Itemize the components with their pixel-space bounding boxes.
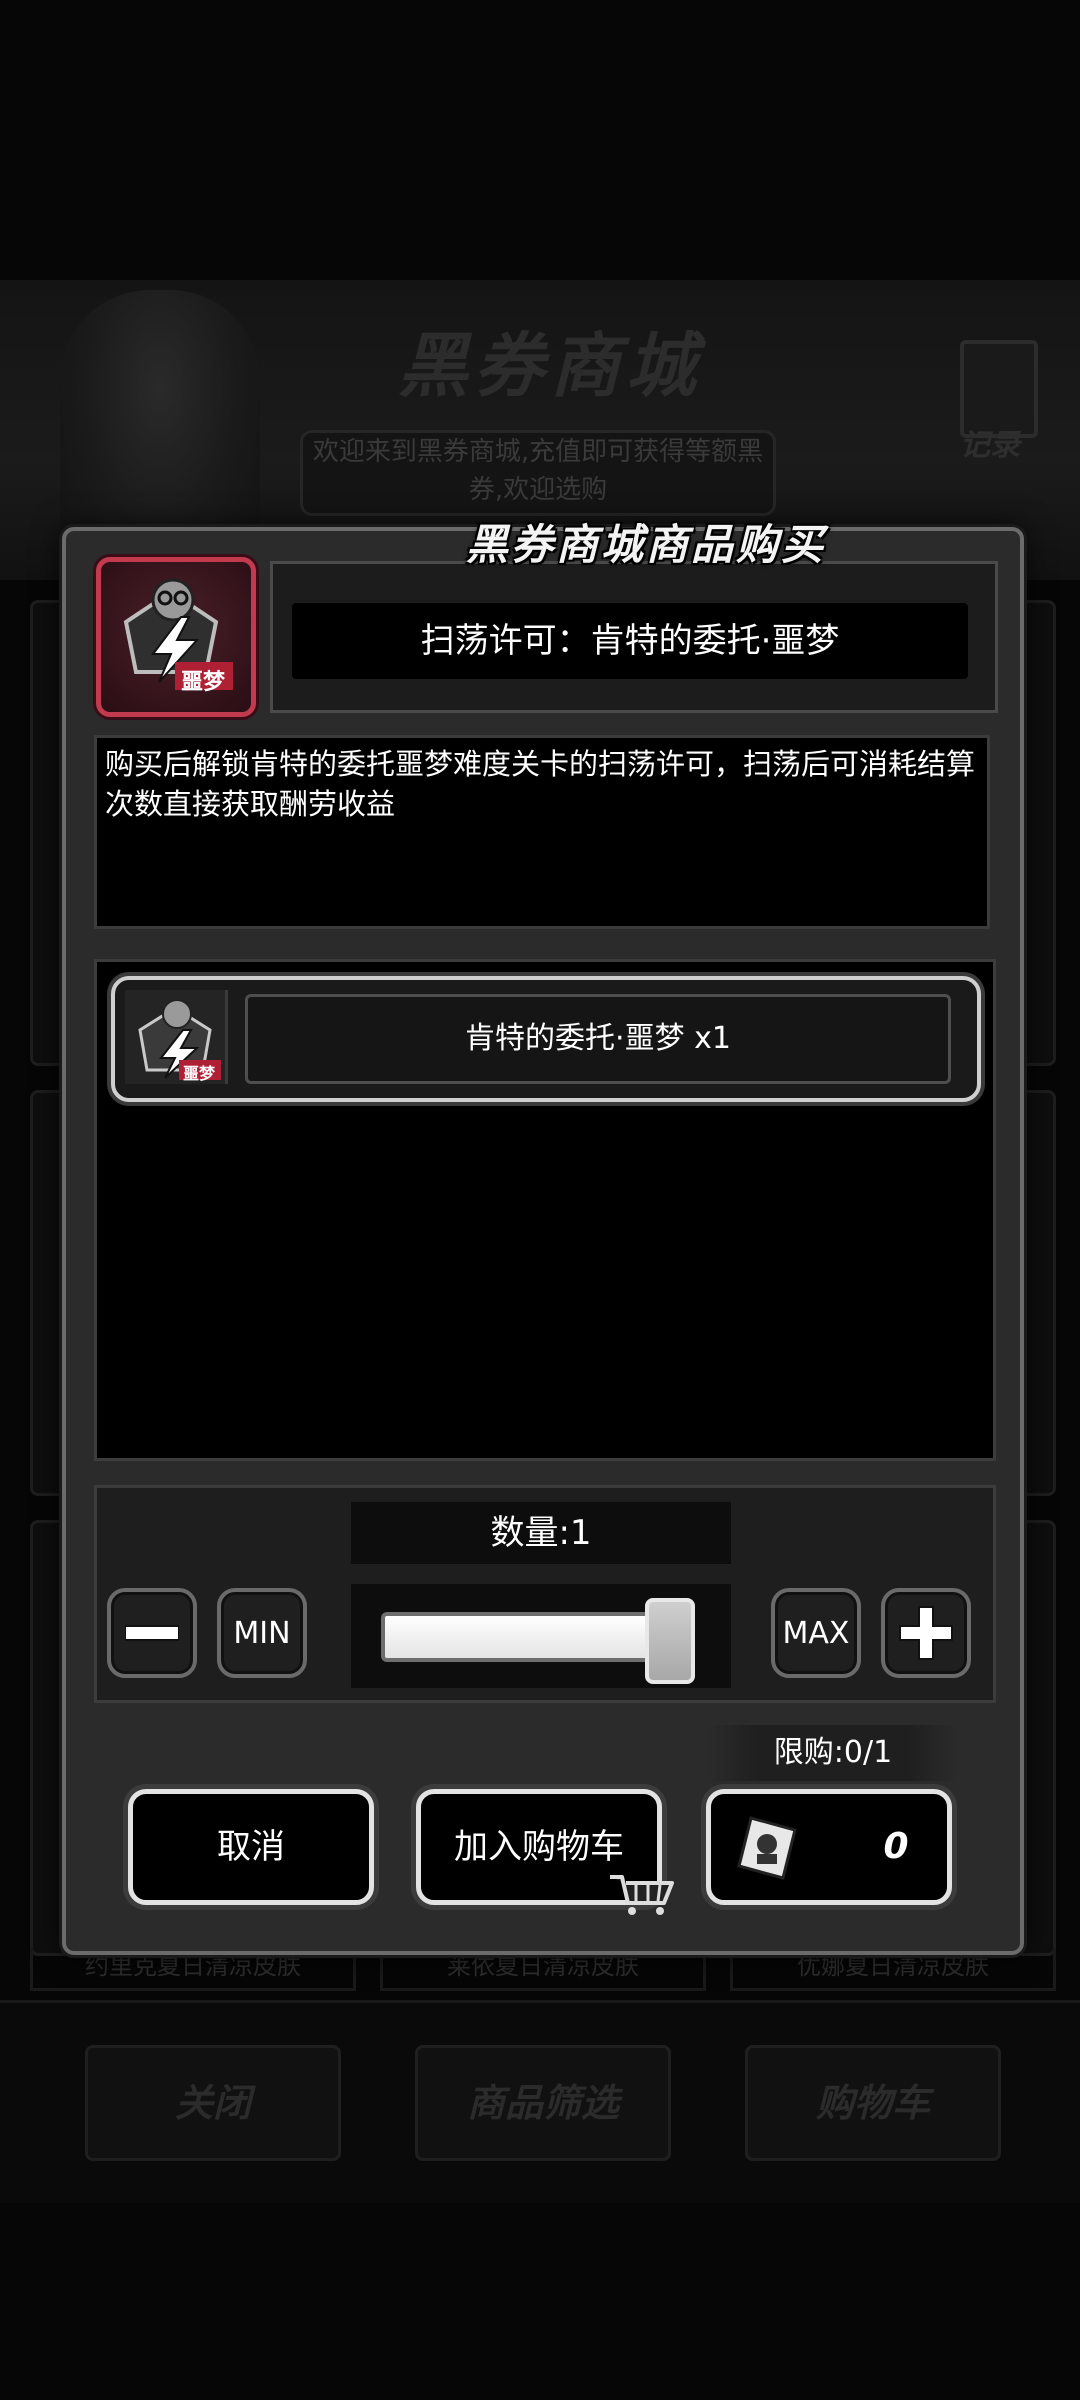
reward-icon: 噩梦 [125,990,228,1084]
shop-title: 黑券商城 [398,325,702,407]
product-description: 购买后解锁肯特的委托噩梦难度关卡的扫荡许可，扫荡后可消耗结算次数直接获取酬劳收益 [94,735,990,929]
close-button: 关闭 [85,2045,341,2161]
cart-button: 购物车 [745,2045,1001,2161]
decrease-button[interactable] [107,1588,197,1678]
purchase-button[interactable]: 0 [706,1789,952,1905]
max-button[interactable]: MAX [771,1588,861,1678]
min-button[interactable]: MIN [217,1588,307,1678]
reward-badge: 噩梦 [183,1064,216,1083]
slider-handle[interactable] [645,1598,695,1684]
dialog-title: 黑券商城商品购买 [465,520,826,569]
cancel-button[interactable]: 取消 [128,1789,374,1905]
reward-list: 噩梦 肯特的委托·噩梦 x1 [94,959,996,1461]
welcome-message: 欢迎来到黑券商城,充值即可获得等额黑券,欢迎选购 [300,430,776,516]
quantity-panel: 数量:1 MIN MAX [94,1485,996,1703]
increase-button[interactable] [881,1588,971,1678]
reward-label: 肯特的委托·噩梦 x1 [245,994,951,1084]
price-value: 0 [883,1826,909,1867]
minus-icon [125,1625,179,1641]
plus-icon [899,1606,953,1660]
filter-button: 商品筛选 [415,2045,671,2161]
product-name: 扫荡许可：肯特的委托·噩梦 [292,603,968,679]
slider-track [381,1612,681,1662]
shopping-cart-icon [610,1875,674,1915]
product-badge: 噩梦 [181,670,226,695]
record-label: 记录 [960,428,1020,463]
quantity-label: 数量:1 [351,1502,731,1564]
purchase-limit: 限购:0/1 [708,1725,958,1781]
black-ticket-icon [737,1816,797,1880]
reward-item: 噩梦 肯特的委托·噩梦 x1 [111,976,981,1102]
product-icon: 噩梦 [96,557,256,717]
quantity-slider[interactable] [351,1584,731,1688]
purchase-dialog: 噩梦 黑券商城商品购买 扫荡许可：肯特的委托·噩梦 购买后解锁肯特的委托噩梦难度… [62,520,1024,1955]
